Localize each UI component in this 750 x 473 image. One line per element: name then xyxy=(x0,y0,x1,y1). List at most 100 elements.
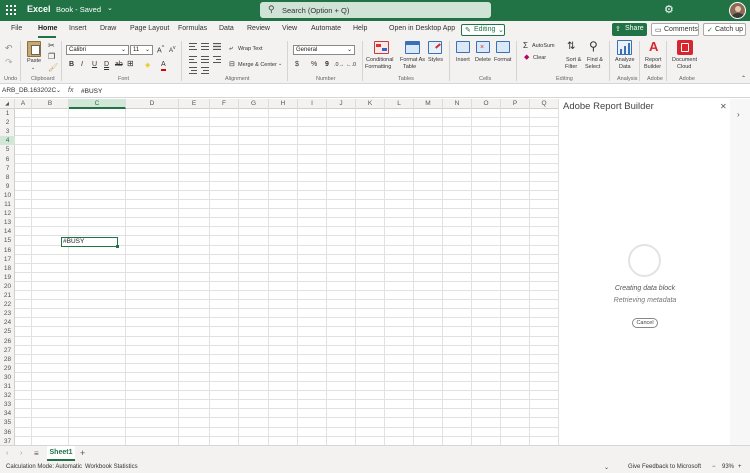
formula-input[interactable]: #BUSY xyxy=(81,88,102,95)
row-header[interactable]: 22 xyxy=(0,300,15,309)
paste-icon[interactable] xyxy=(27,41,41,57)
autosum-icon[interactable]: Σ xyxy=(523,41,528,50)
borders-icon[interactable]: ⊞ xyxy=(127,59,134,68)
row-header[interactable]: 28 xyxy=(0,355,15,364)
row-header[interactable]: 26 xyxy=(0,337,15,346)
row-header[interactable]: 23 xyxy=(0,309,15,318)
workbook-statistics[interactable]: Workbook Statistics xyxy=(85,464,138,470)
align-top-icon[interactable] xyxy=(189,43,197,50)
column-header[interactable]: I xyxy=(298,99,327,109)
feedback-link[interactable]: Give Feedback to Microsoft xyxy=(628,464,701,470)
row-header[interactable]: 11 xyxy=(0,200,15,209)
analyze-data-label-1[interactable]: Analyze xyxy=(615,57,635,63)
italic-icon[interactable]: I xyxy=(81,61,83,68)
percent-icon[interactable]: % xyxy=(311,61,317,68)
row-header[interactable]: 14 xyxy=(0,227,15,236)
row-header[interactable]: 20 xyxy=(0,282,15,291)
tab-draw[interactable]: Draw xyxy=(100,25,116,32)
redo-icon[interactable]: ↷ xyxy=(5,57,13,68)
comments-button[interactable]: ▭ Comments xyxy=(651,23,699,36)
format-as-table-label-1[interactable]: Format As xyxy=(400,57,425,63)
tab-data[interactable]: Data xyxy=(219,25,234,32)
chevron-down-icon[interactable]: ⌄ xyxy=(604,464,609,471)
column-header[interactable]: L xyxy=(385,99,414,109)
undo-icon[interactable]: ↶ xyxy=(5,43,13,54)
column-header[interactable]: D xyxy=(126,99,179,109)
conditional-formatting-icon[interactable] xyxy=(374,41,389,54)
row-header[interactable]: 3 xyxy=(0,127,15,136)
merge-center-icon[interactable]: ⊟ xyxy=(229,60,235,68)
paste-label[interactable]: Paste xyxy=(27,58,41,64)
app-launcher-icon[interactable] xyxy=(6,5,17,16)
analyze-data-icon[interactable] xyxy=(617,40,632,55)
decrease-indent-icon[interactable] xyxy=(189,67,197,74)
document-name[interactable]: Book - Saved xyxy=(56,5,101,14)
column-header[interactable]: K xyxy=(356,99,385,109)
strikethrough-icon[interactable]: ab xyxy=(115,61,123,68)
autosum-button[interactable]: AutoSum xyxy=(532,43,555,49)
prev-sheet-icon[interactable]: ‹ xyxy=(6,450,8,457)
increase-font-icon[interactable]: A^ xyxy=(157,45,164,54)
selected-cell[interactable]: #BUSY xyxy=(61,237,118,247)
row-header[interactable]: 1 xyxy=(0,109,15,118)
catch-up-button[interactable]: ✓ Catch up xyxy=(703,23,746,36)
row-header[interactable]: 6 xyxy=(0,155,15,164)
tab-review[interactable]: Review xyxy=(247,25,270,32)
tab-automate[interactable]: Automate xyxy=(311,25,341,32)
clear-button[interactable]: Clear xyxy=(533,55,546,61)
delete-cells-icon[interactable]: × xyxy=(476,41,490,53)
column-header[interactable]: E xyxy=(179,99,210,109)
fill-color-icon[interactable]: ◈ xyxy=(145,61,150,69)
tab-page-layout[interactable]: Page Layout xyxy=(130,25,169,32)
row-header[interactable]: 36 xyxy=(0,428,15,437)
chevron-right-icon[interactable]: › xyxy=(737,110,740,119)
underline-icon[interactable]: U xyxy=(92,61,97,68)
open-in-desktop-app[interactable]: Open in Desktop App xyxy=(389,25,455,32)
bold-icon[interactable]: B xyxy=(69,61,74,68)
delete-cells-label[interactable]: Delete xyxy=(475,57,491,63)
row-header[interactable]: 33 xyxy=(0,400,15,409)
align-middle-icon[interactable] xyxy=(201,43,209,50)
document-cloud-icon[interactable] xyxy=(677,40,693,55)
row-header[interactable]: 19 xyxy=(0,273,15,282)
fx-icon[interactable]: fx xyxy=(68,87,73,94)
align-left-icon[interactable] xyxy=(189,56,197,63)
editing-mode-button[interactable]: ✎ Editing ⌄ xyxy=(461,24,505,36)
tab-file[interactable]: File xyxy=(11,25,22,32)
search-box[interactable]: ⚲ Search (Option + Q) xyxy=(260,2,491,18)
format-as-table-icon[interactable] xyxy=(405,41,420,54)
format-as-table-label-2[interactable]: Table xyxy=(403,64,416,70)
add-sheet-icon[interactable]: + xyxy=(80,448,85,458)
align-right-icon[interactable] xyxy=(213,56,221,63)
row-header[interactable]: 16 xyxy=(0,246,15,255)
column-header[interactable]: Q xyxy=(530,99,558,109)
wrap-text-icon[interactable]: ⤶ xyxy=(229,45,233,53)
collapse-ribbon-icon[interactable]: ⌃ xyxy=(741,75,746,82)
find-select-label-1[interactable]: Find & xyxy=(587,57,603,63)
currency-icon[interactable]: $ xyxy=(295,61,299,68)
spreadsheet-grid[interactable]: ◢ ABCDEFGHIJKLMNOPQ 1 2 3 4 5 6 7 8 9 10 11 12 13 14 1… xyxy=(0,99,558,445)
tab-home[interactable]: Home xyxy=(38,25,57,32)
sheet-tab[interactable]: Sheet1 xyxy=(47,446,75,461)
increase-decimal-icon[interactable]: .0→ xyxy=(334,62,344,68)
find-select-label-2[interactable]: Select xyxy=(585,64,600,70)
report-builder-icon[interactable]: A xyxy=(649,39,658,54)
tab-view[interactable]: View xyxy=(282,25,297,32)
row-header[interactable]: 12 xyxy=(0,209,15,218)
decrease-decimal-icon[interactable]: ←.0 xyxy=(346,62,356,68)
styles-label[interactable]: Styles xyxy=(428,57,443,63)
share-button[interactable]: ⇪ Share xyxy=(612,23,647,36)
font-color-icon[interactable]: A xyxy=(161,61,166,71)
next-sheet-icon[interactable]: › xyxy=(20,450,22,457)
row-header[interactable]: 37 xyxy=(0,437,15,445)
insert-cells-label[interactable]: Insert xyxy=(456,57,470,63)
avatar[interactable] xyxy=(729,2,746,19)
column-header[interactable]: G xyxy=(239,99,269,109)
decrease-font-icon[interactable]: Av xyxy=(169,45,176,54)
row-header[interactable]: 29 xyxy=(0,364,15,373)
row-header[interactable]: 24 xyxy=(0,318,15,327)
row-header[interactable]: 4 xyxy=(0,136,15,146)
all-sheets-menu-icon[interactable]: ≡ xyxy=(34,449,39,458)
align-bottom-icon[interactable] xyxy=(213,43,221,50)
cell-styles-icon[interactable] xyxy=(428,41,442,54)
